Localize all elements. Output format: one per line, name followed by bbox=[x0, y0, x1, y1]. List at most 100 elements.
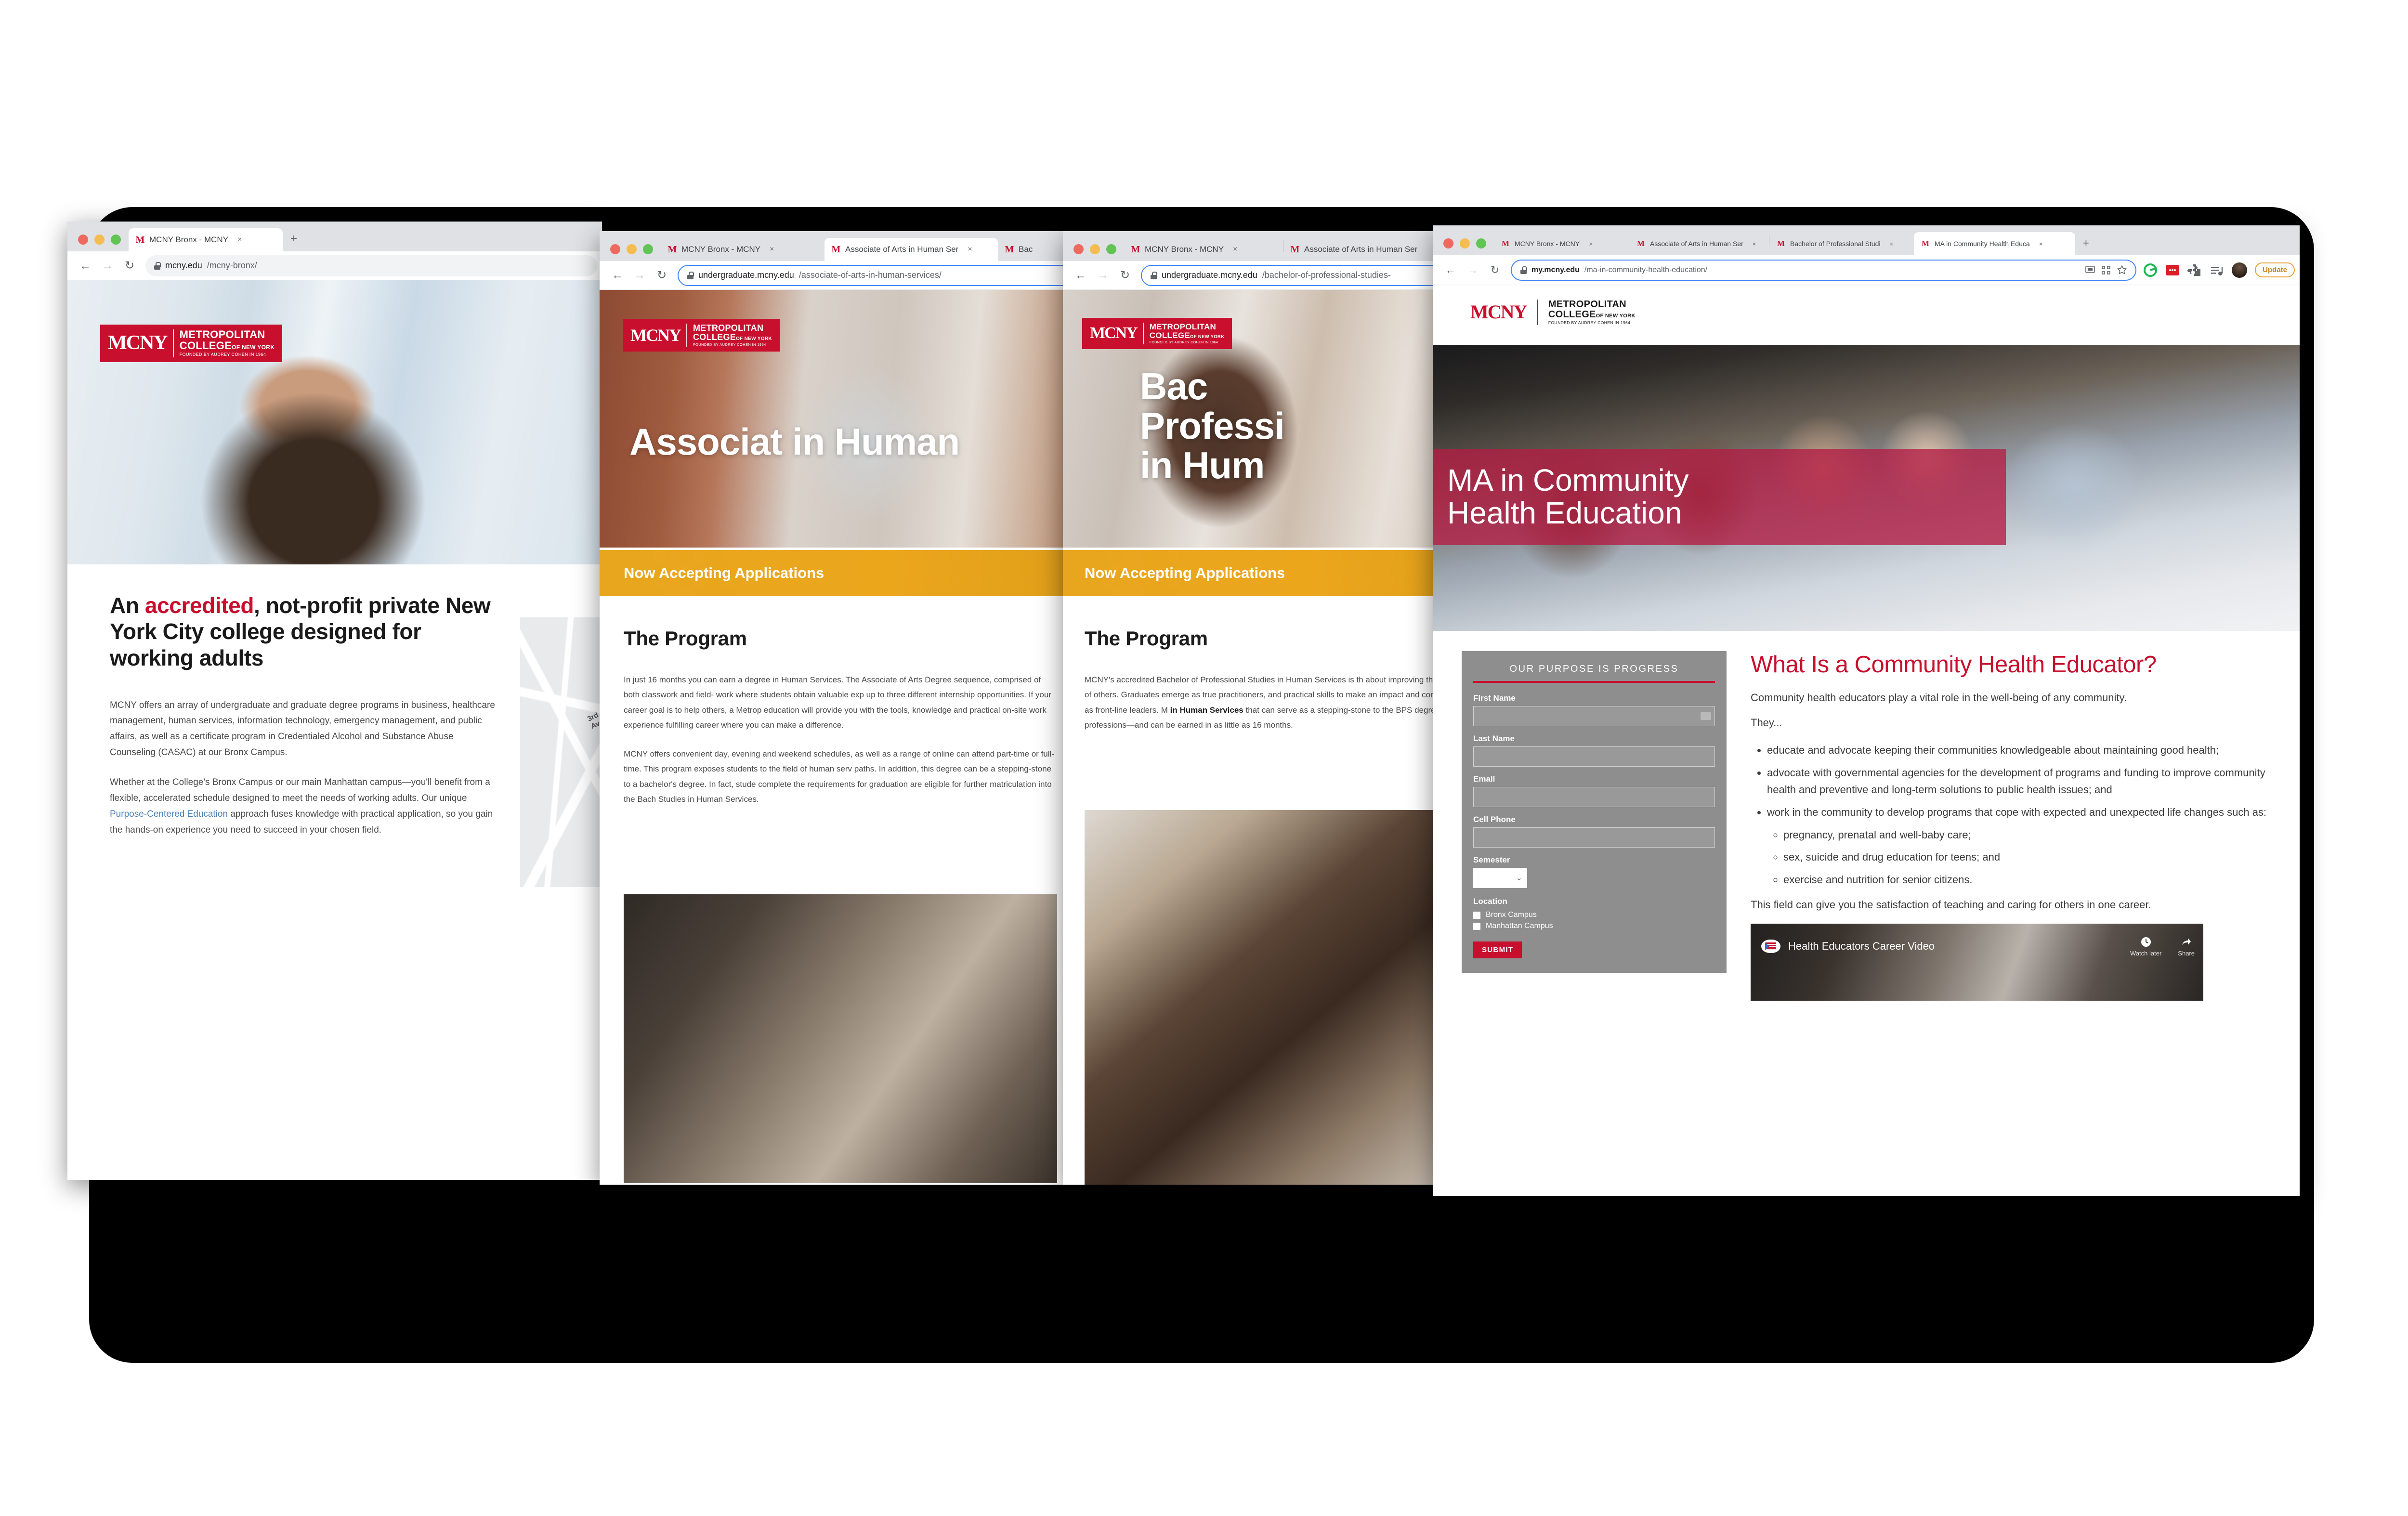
new-tab-button[interactable]: + bbox=[283, 232, 306, 251]
bookmark-star-icon[interactable] bbox=[2117, 265, 2127, 274]
mcny-logo-2[interactable]: MCNY METROPOLITAN COLLEGEOF NEW YORK FOU… bbox=[623, 319, 780, 352]
cast-icon[interactable] bbox=[2085, 265, 2095, 274]
lock-icon bbox=[687, 271, 694, 279]
tab-associate-of-arts[interactable]: M Associate of Arts in Human Ser × bbox=[824, 238, 998, 261]
maximize-window-button[interactable] bbox=[643, 244, 653, 254]
video-player[interactable]: Health Educators Career Video Watch late… bbox=[1751, 924, 2203, 1001]
tab-label: MCNY Bronx - MCNY bbox=[681, 245, 761, 254]
profile-avatar[interactable] bbox=[2232, 262, 2248, 278]
back-button[interactable]: ← bbox=[606, 264, 628, 287]
window-controls-2[interactable] bbox=[600, 244, 661, 261]
share-button[interactable]: Share bbox=[2178, 936, 2195, 957]
browser-window-4[interactable]: M MCNY Bronx - MCNY × M Associate of Art… bbox=[1433, 225, 2300, 1196]
tab-label: Bac bbox=[1019, 245, 1033, 254]
close-window-button[interactable] bbox=[610, 244, 620, 254]
mcny-logo-3[interactable]: MCNY METROPOLITAN COLLEGEOF NEW YORK FOU… bbox=[1082, 318, 1232, 350]
back-button[interactable]: ← bbox=[1070, 264, 1092, 287]
bronx-campus-map[interactable] bbox=[520, 617, 602, 887]
minimize-window-button[interactable] bbox=[627, 244, 637, 254]
mcny-favicon-icon: M bbox=[1005, 244, 1014, 255]
submit-button[interactable]: SUBMIT bbox=[1473, 941, 1522, 958]
hero-photo-1 bbox=[67, 280, 602, 564]
article-column: What Is a Community Health Educator? Com… bbox=[1751, 651, 2271, 1001]
page-content-2: MCNY METROPOLITAN COLLEGEOF NEW YORK FOU… bbox=[600, 290, 1081, 1185]
forward-button[interactable]: → bbox=[1092, 264, 1114, 287]
checkbox-manhattan-campus[interactable] bbox=[1473, 922, 1480, 930]
close-window-button[interactable] bbox=[78, 235, 88, 245]
email-group: Email bbox=[1473, 774, 1715, 807]
logo-line-3: FOUNDED BY AUDREY COHEN IN 1964 bbox=[1149, 341, 1218, 344]
minimize-window-button[interactable] bbox=[1460, 238, 1470, 248]
close-window-button[interactable] bbox=[1073, 244, 1084, 254]
tab-mcny-bronx[interactable]: M MCNY Bronx - MCNY × bbox=[1124, 238, 1283, 261]
window-controls-3[interactable] bbox=[1063, 244, 1124, 261]
reload-button[interactable]: ↻ bbox=[651, 264, 673, 287]
tab-bachelor-partial[interactable]: M Bac bbox=[998, 238, 1056, 261]
tab-mcny-bronx[interactable]: M MCNY Bronx - MCNY × bbox=[1494, 232, 1629, 255]
mcny-logo-4[interactable]: MCNY METROPOLITAN COLLEGEOF NEW YORK FOU… bbox=[1470, 300, 1636, 325]
watch-later-button[interactable]: Watch later bbox=[2130, 936, 2161, 957]
close-tab-icon[interactable]: × bbox=[1890, 240, 1894, 248]
address-bar-3[interactable]: undergraduate.mcny.edu/bachelor-of-profe… bbox=[1141, 264, 1472, 286]
window-controls-4[interactable] bbox=[1433, 238, 1494, 255]
address-bar-4[interactable]: my.mcny.edu/ma-in-community-health-educa… bbox=[1511, 259, 2137, 281]
mcny-logo-1[interactable]: MCNY METROPOLITAN COLLEGEOF NEW YORK FOU… bbox=[100, 325, 283, 362]
playlist-icon[interactable] bbox=[2210, 263, 2224, 277]
lead-form[interactable]: OUR PURPOSE IS PROGRESS First Name Last … bbox=[1462, 651, 1727, 973]
address-bar-1[interactable]: mcny.edu/mcny-bronx/ bbox=[145, 255, 597, 276]
qr-code-icon[interactable] bbox=[2102, 265, 2110, 274]
reload-button[interactable]: ↻ bbox=[1114, 264, 1136, 287]
close-tab-icon[interactable]: × bbox=[1589, 240, 1593, 248]
red-grid-extension-icon[interactable] bbox=[2165, 263, 2180, 277]
list-item: sex, suicide and drug education for teen… bbox=[1783, 849, 2271, 866]
cell-phone-input[interactable] bbox=[1473, 827, 1715, 848]
tab-associate-of-arts[interactable]: M Associate of Arts in Human Ser × bbox=[1629, 232, 1769, 255]
close-tab-icon[interactable]: × bbox=[1753, 240, 1756, 248]
tab-associate-of-arts[interactable]: M Associate of Arts in Human Ser bbox=[1283, 238, 1428, 261]
close-tab-icon[interactable]: × bbox=[1233, 245, 1237, 254]
last-name-input[interactable] bbox=[1473, 746, 1715, 767]
update-button[interactable]: Update bbox=[2255, 262, 2295, 277]
close-window-button[interactable] bbox=[1443, 238, 1453, 248]
tab-mcny-bronx[interactable]: M MCNY Bronx - MCNY × bbox=[129, 228, 283, 251]
back-button[interactable]: ← bbox=[1440, 259, 1462, 281]
browser-window-3[interactable]: M MCNY Bronx - MCNY × M Associate of Art… bbox=[1063, 231, 1477, 1185]
purpose-centered-education-link[interactable]: Purpose-Centered Education bbox=[110, 809, 228, 819]
reload-button[interactable]: ↻ bbox=[1484, 259, 1506, 281]
browser-window-1[interactable]: M MCNY Bronx - MCNY × + ← → ↻ mcny.edu/m… bbox=[67, 222, 602, 1180]
checkbox-bronx-campus[interactable] bbox=[1473, 911, 1480, 919]
maximize-window-button[interactable] bbox=[1476, 238, 1486, 248]
tab-mcny-bronx[interactable]: M MCNY Bronx - MCNY × bbox=[661, 238, 824, 261]
close-tab-icon[interactable]: × bbox=[237, 235, 242, 244]
contact-card-icon[interactable] bbox=[1701, 712, 1711, 720]
forward-button[interactable]: → bbox=[1462, 259, 1484, 281]
browser-window-2[interactable]: M MCNY Bronx - MCNY × M Associate of Art… bbox=[600, 231, 1081, 1185]
forward-button[interactable]: → bbox=[628, 264, 651, 287]
reload-button[interactable]: ↻ bbox=[118, 255, 141, 277]
tab-bachelor-professional-studies[interactable]: M Bachelor of Professional Studi × bbox=[1769, 232, 1914, 255]
puzzle-extension-icon[interactable] bbox=[2187, 263, 2202, 277]
tab-ma-community-health-education[interactable]: M MA in Community Health Educa × bbox=[1914, 232, 2075, 255]
window-controls-1[interactable] bbox=[67, 235, 129, 251]
new-tab-button[interactable]: + bbox=[2075, 237, 2098, 255]
maximize-window-button[interactable] bbox=[111, 235, 121, 245]
close-tab-icon[interactable]: × bbox=[968, 245, 972, 254]
clock-icon bbox=[2141, 937, 2151, 947]
location-option-bronx[interactable]: Bronx Campus bbox=[1473, 911, 1715, 919]
grammarly-icon[interactable] bbox=[2143, 263, 2158, 277]
email-input[interactable] bbox=[1473, 787, 1715, 807]
location-option-manhattan[interactable]: Manhattan Campus bbox=[1473, 922, 1715, 930]
close-tab-icon[interactable]: × bbox=[2039, 240, 2043, 248]
back-button[interactable]: ← bbox=[74, 255, 96, 277]
first-name-input[interactable] bbox=[1473, 706, 1715, 726]
hero-overlay-banner: MA in Community Health Education bbox=[1433, 449, 2006, 545]
maximize-window-button[interactable] bbox=[1106, 244, 1116, 254]
last-name-group: Last Name bbox=[1473, 734, 1715, 767]
minimize-window-button[interactable] bbox=[94, 235, 105, 245]
minimize-window-button[interactable] bbox=[1090, 244, 1100, 254]
semester-select[interactable]: ⌄ bbox=[1473, 868, 1527, 888]
mcny-logo-words: METROPOLITAN COLLEGEOF NEW YORK FOUNDED … bbox=[693, 324, 772, 347]
close-tab-icon[interactable]: × bbox=[770, 245, 774, 254]
forward-button[interactable]: → bbox=[96, 255, 118, 277]
address-bar-2[interactable]: undergraduate.mcny.edu/associate-of-arts… bbox=[678, 264, 1076, 286]
